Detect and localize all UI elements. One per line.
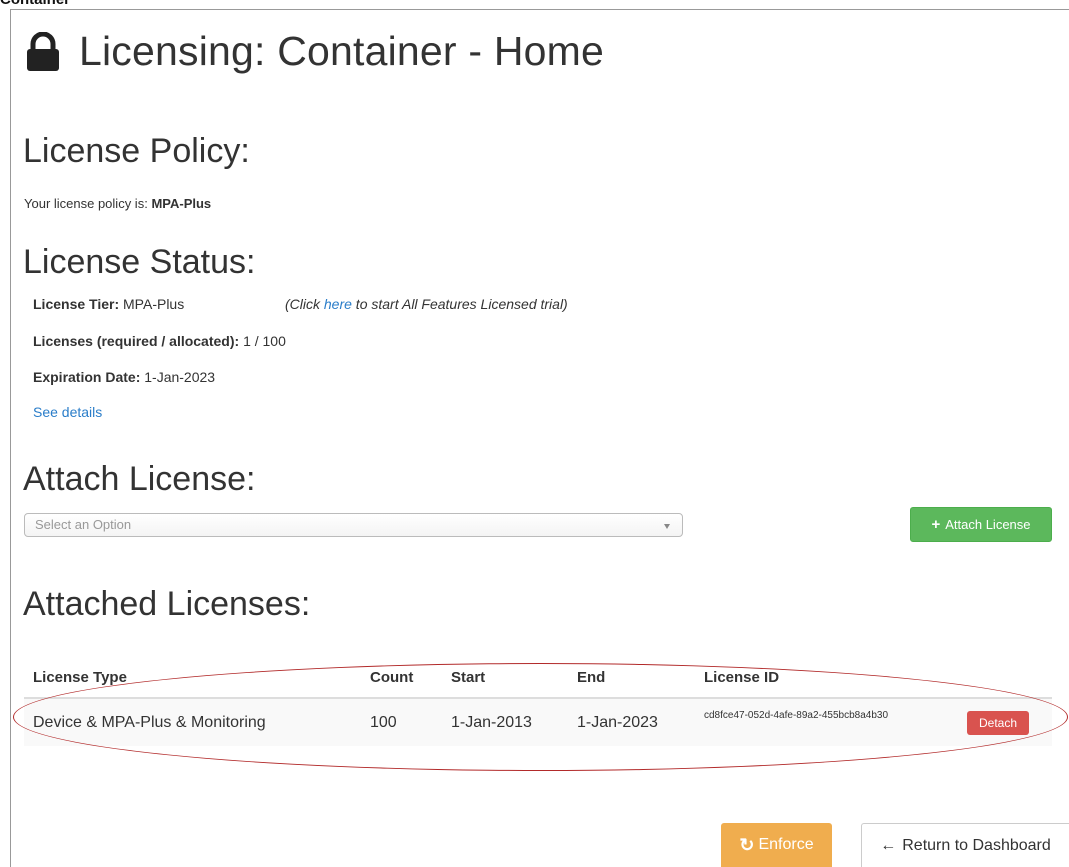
page-header: Licensing: Container - Home	[25, 28, 604, 75]
return-to-dashboard-label: Return to Dashboard	[902, 836, 1051, 854]
trial-hint: (Click here to start All Features Licens…	[285, 296, 568, 312]
cell-start: 1-Jan-2013	[451, 714, 532, 731]
license-policy-line: Your license policy is: MPA-Plus	[24, 196, 211, 211]
attach-license-button-label: Attach License	[945, 517, 1031, 532]
cell-license-id: cd8fce47-052d-4afe-89a2-455bcb8a4b30	[704, 710, 889, 721]
attached-licenses-heading: Attached Licenses:	[23, 585, 311, 623]
plus-icon: +	[931, 516, 941, 533]
license-select-placeholder: Select an Option	[35, 517, 132, 532]
enforce-button-label: Enforce	[758, 836, 814, 853]
license-policy-label: Your license policy is:	[24, 196, 148, 211]
trial-hint-prefix: (Click	[285, 296, 324, 312]
column-header-end: End	[577, 669, 606, 686]
detach-button[interactable]: Detach	[967, 711, 1029, 735]
license-select[interactable]: Select an Option	[24, 513, 683, 537]
enforce-button[interactable]: ↻ Enforce	[721, 823, 832, 867]
cell-end: 1-Jan-2023	[577, 714, 658, 731]
expiration-label: Expiration Date:	[33, 369, 141, 385]
license-status-heading: License Status:	[23, 243, 256, 281]
dropdown-caret-icon	[664, 524, 670, 529]
licenses-line: Licenses (required / allocated): 1 / 100	[33, 333, 286, 349]
cell-license-type: Device & MPA-Plus & Monitoring	[33, 714, 266, 731]
return-to-dashboard-button[interactable]: ← Return to Dashboard	[861, 823, 1069, 867]
cell-count: 100	[370, 714, 397, 731]
attach-license-heading: Attach License:	[23, 460, 256, 498]
column-header-license-type: License Type	[33, 669, 127, 686]
trial-here-link[interactable]: here	[324, 296, 352, 312]
column-header-license-id: License ID	[704, 669, 780, 686]
see-details-link[interactable]: See details	[33, 404, 102, 420]
cropped-top-text: Container	[0, 0, 70, 8]
trial-hint-suffix: to start All Features Licensed trial)	[351, 296, 568, 312]
expiration-value: 1-Jan-2023	[144, 369, 216, 385]
license-tier-value: MPA-Plus	[123, 296, 185, 312]
refresh-icon: ↻	[739, 834, 755, 855]
licenses-value: 1 / 100	[243, 333, 286, 349]
column-header-start: Start	[451, 669, 486, 686]
license-tier-line: License Tier: MPA-Plus	[33, 296, 184, 312]
lock-icon	[27, 31, 59, 71]
arrow-left-icon: ←	[880, 836, 897, 854]
license-policy-heading: License Policy:	[23, 132, 250, 170]
licenses-label: Licenses (required / allocated):	[33, 333, 240, 349]
attach-license-button[interactable]: + Attach License	[910, 507, 1052, 542]
expiration-line: Expiration Date: 1-Jan-2023	[33, 369, 215, 385]
page-title: Licensing: Container - Home	[79, 28, 604, 74]
license-tier-label: License Tier:	[33, 296, 120, 312]
license-policy-value: MPA-Plus	[151, 196, 212, 211]
column-header-count: Count	[370, 669, 414, 686]
